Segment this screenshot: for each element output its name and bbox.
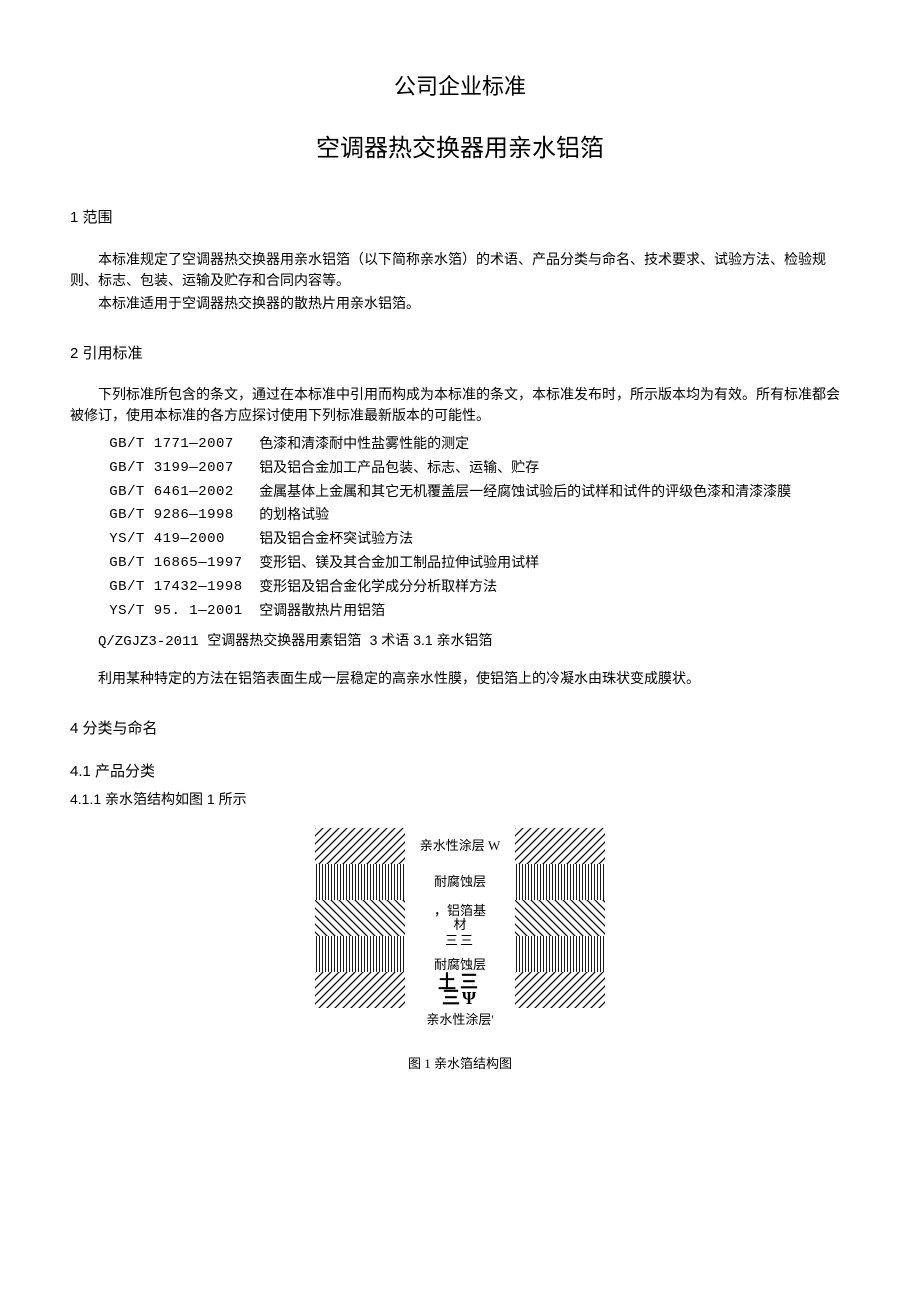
figure-bottom-label: 亲水性涂层' bbox=[315, 1010, 605, 1030]
hatch-icon bbox=[315, 828, 405, 864]
figure-caption: 图 1 亲水箔结构图 bbox=[315, 1054, 605, 1074]
standard-code: GB/T 9286—1998 bbox=[109, 504, 259, 528]
section-3-paragraph: 利用某种特定的方法在铝箔表面生成一层稳定的高亲水性膜，使铝箔上的冷凝水由珠状变成… bbox=[70, 669, 850, 690]
standard-row: GB/T 1771—2007色漆和清漆耐中性盐雾性能的测定 bbox=[109, 433, 850, 457]
standard-code: GB/T 6461—2002 bbox=[109, 481, 259, 505]
hatch-icon bbox=[315, 936, 405, 972]
standard-row: GB/T 9286—1998的划格试验 bbox=[109, 504, 850, 528]
section-4-1-1-heading: 4.1.1 亲水箔结构如图 1 所示 bbox=[70, 789, 850, 810]
layer-label: 亲水性涂层 W bbox=[420, 836, 501, 856]
figure-layer-hydrophilic-bottom: 土三 三Ψ bbox=[315, 972, 605, 1008]
standard-code: GB/T 1771—2007 bbox=[109, 433, 259, 457]
section-2-paragraph-1: 下列标准所包含的条文，通过在本标准中引用而构成为本标准的条文，本标准发布时，所示… bbox=[70, 385, 850, 427]
standard-code: GB/T 3199—2007 bbox=[109, 457, 259, 481]
section-2-heading: 2 引用标准 bbox=[70, 343, 850, 366]
standard-row: YS/T 419—2000铝及铝合金杯突试验方法 bbox=[109, 528, 850, 552]
standard-row: GB/T 6461—2002金属基体上金属和其它无机覆盖层一经腐蚀试验后的试样和… bbox=[109, 481, 850, 505]
layer-ornament: 三Ψ bbox=[442, 990, 478, 1006]
standards-list: GB/T 1771—2007色漆和清漆耐中性盐雾性能的测定 GB/T 3199—… bbox=[109, 433, 850, 623]
inline-standard-code: Q/ZGJZ3-2011 空调器热交换器用素铝箔 bbox=[98, 634, 370, 650]
hatch-icon bbox=[315, 864, 405, 900]
layer-label: 材 bbox=[453, 918, 466, 932]
hatch-icon bbox=[515, 936, 605, 972]
section-1-paragraph-2: 本标准适用于空调器热交换器的散热片用亲水铝箔。 bbox=[70, 294, 850, 315]
standard-row: YS/T 95. 1—2001空调器散热片用铝箔 bbox=[109, 600, 850, 624]
figure-layer-base: ，铝箔基 材 bbox=[315, 900, 605, 936]
standard-title: 色漆和清漆耐中性盐雾性能的测定 bbox=[259, 433, 850, 457]
hatch-icon bbox=[315, 900, 405, 936]
standard-title: 金属基体上金属和其它无机覆盖层一经腐蚀试验后的试样和试件的评级色漆和清漆漆膜 bbox=[259, 481, 850, 505]
layer-label: 耐腐蚀层 bbox=[434, 872, 486, 892]
standard-title: 铝及铝合金杯突试验方法 bbox=[259, 528, 850, 552]
standard-title: 空调器散热片用铝箔 bbox=[259, 600, 850, 624]
section-1-paragraph-1: 本标准规定了空调器热交换器用亲水铝箔（以下简称亲水箔）的术语、产品分类与命名、技… bbox=[70, 250, 850, 292]
figure-layer-corrosion-bottom: 三三 耐腐蚀层 bbox=[315, 936, 605, 972]
standard-code: GB/T 16865—1997 bbox=[109, 552, 259, 576]
hatch-icon bbox=[315, 972, 405, 1008]
company-standard-title: 公司企业标准 bbox=[70, 70, 850, 103]
section-1-heading: 1 范围 bbox=[70, 207, 850, 230]
figure-layer-corrosion-top: 耐腐蚀层 bbox=[315, 864, 605, 900]
hatch-icon bbox=[515, 900, 605, 936]
standard-code: YS/T 419—2000 bbox=[109, 528, 259, 552]
hatch-icon bbox=[515, 972, 605, 1008]
standard-row: GB/T 16865—1997变形铝、镁及其合金加工制品拉伸试验用试样 bbox=[109, 552, 850, 576]
layer-label: 耐腐蚀层 bbox=[434, 958, 486, 972]
standard-row: GB/T 3199—2007铝及铝合金加工产品包装、标志、运输、贮存 bbox=[109, 457, 850, 481]
layer-label: ，铝箔基 bbox=[434, 904, 486, 918]
standard-title: 铝及铝合金加工产品包装、标志、运输、贮存 bbox=[259, 457, 850, 481]
section-3-inline: Q/ZGJZ3-2011 空调器热交换器用素铝箔 3 术语 3.1 亲水铝箔 bbox=[70, 629, 850, 655]
document-title: 空调器热交换器用亲水铝箔 bbox=[70, 131, 850, 167]
standard-title: 的划格试验 bbox=[259, 504, 850, 528]
standard-title: 变形铝及铝合金化学成分分析取样方法 bbox=[259, 576, 850, 600]
layer-ornament: 三三 bbox=[445, 934, 475, 948]
standard-code: YS/T 95. 1—2001 bbox=[109, 600, 259, 624]
section-4-heading: 4 分类与命名 bbox=[70, 718, 850, 741]
figure-layer-hydrophilic-top: 亲水性涂层 W bbox=[315, 828, 605, 864]
standard-title: 变形铝、镁及其合金加工制品拉伸试验用试样 bbox=[259, 552, 850, 576]
hatch-icon bbox=[515, 828, 605, 864]
figure-1: 亲水性涂层 W 耐腐蚀层 ，铝箔基 材 三三 耐腐 bbox=[315, 828, 605, 1073]
section-4-1-heading: 4.1 产品分类 bbox=[70, 761, 850, 784]
section-3-heading-inline: 3 术语 3.1 亲水铝箔 bbox=[370, 632, 493, 648]
standard-code: GB/T 17432—1998 bbox=[109, 576, 259, 600]
standard-row: GB/T 17432—1998变形铝及铝合金化学成分分析取样方法 bbox=[109, 576, 850, 600]
hatch-icon bbox=[515, 864, 605, 900]
